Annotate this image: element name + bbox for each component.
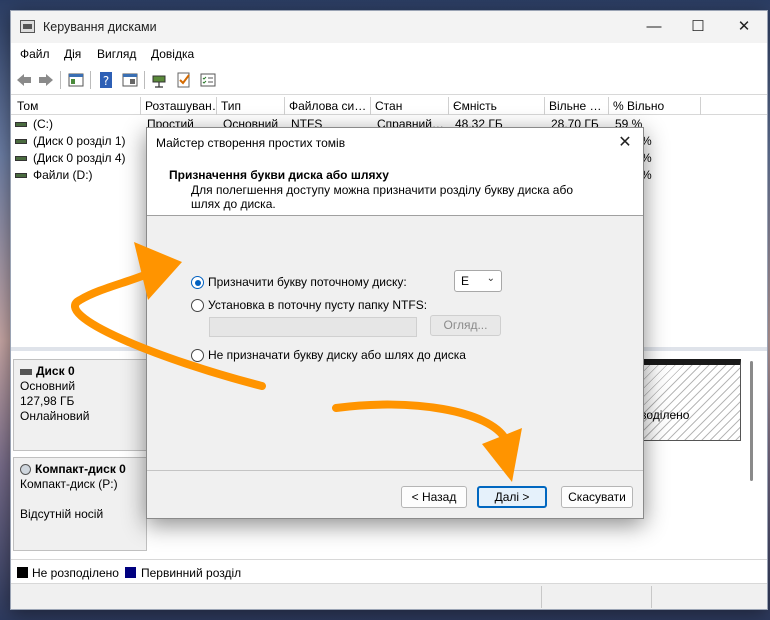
hard-disk-icon (20, 368, 32, 375)
svg-text:?: ? (103, 74, 109, 88)
title-bar: Керування дисками — ☐ ✕ (11, 11, 767, 43)
close-button[interactable]: ✕ (721, 11, 767, 43)
status-divider (651, 586, 652, 608)
column-capacity[interactable]: Ємність (449, 97, 545, 115)
legend-unallocated-swatch (17, 567, 28, 578)
dialog-title-bar: Майстер створення простих томів ✕ (147, 128, 643, 158)
column-status[interactable]: Стан (371, 97, 449, 115)
menu-view[interactable]: Вигляд (97, 47, 136, 61)
disk-kind: Компакт-диск (P:) (20, 477, 118, 491)
disk-management-icon (20, 20, 35, 33)
drive-icon (15, 122, 27, 128)
mount-folder-radio[interactable] (191, 299, 204, 312)
back-icon[interactable] (15, 71, 33, 89)
menu-file[interactable]: Файл (20, 47, 50, 61)
forward-icon[interactable] (37, 71, 55, 89)
show-hide-icon[interactable] (121, 71, 139, 89)
toolbar-separator (60, 71, 61, 89)
drive-icon (15, 156, 27, 162)
toolbar-separator (90, 71, 91, 89)
check-icon[interactable] (175, 71, 193, 89)
volume-name: Файли (D:) (33, 168, 93, 182)
disk-title: Диск 0 (36, 364, 75, 378)
drive-icon (15, 173, 27, 179)
disk-title: Компакт-диск 0 (35, 462, 126, 476)
volume-list-header: Том Розташуван… Тип Файлова си… Стан Ємн… (11, 97, 767, 115)
help-icon[interactable]: ? (97, 71, 115, 89)
disk-status: Відсутній носій (20, 507, 104, 521)
next-button[interactable]: Далі > (477, 486, 547, 508)
wizard-step-title: Призначення букви диска або шляху (169, 168, 389, 182)
table-row[interactable]: Файли (D:) (15, 168, 93, 185)
status-bar (11, 583, 767, 609)
dialog-close-icon[interactable]: ✕ (607, 128, 643, 158)
no-letter-label[interactable]: Не призначати букву диску або шлях до ди… (208, 348, 466, 362)
drive-letter-value: E (461, 274, 470, 288)
dialog-separator (147, 470, 643, 471)
disk-kind: Основний (20, 379, 76, 393)
menu-action[interactable]: Дія (64, 47, 81, 61)
volume-name: (Диск 0 розділ 4) (33, 151, 126, 165)
legend-primary-label: Первинний розділ (141, 566, 242, 580)
toolbar: ? (11, 65, 767, 95)
disk-status: Онлайновий (20, 409, 90, 423)
column-free[interactable]: Вільне … (545, 97, 609, 115)
dialog-title: Майстер створення простих томів (156, 136, 346, 150)
drive-icon (15, 139, 27, 145)
toolbar-separator (144, 71, 145, 89)
disk-0-label[interactable]: Диск 0 Основний 127,98 ГБ Онлайновий (13, 359, 147, 451)
menu-help[interactable]: Довідка (151, 47, 194, 61)
cd-drive-icon (20, 464, 31, 476)
volume-name: (Диск 0 розділ 1) (33, 134, 126, 148)
table-row[interactable]: (C:) (15, 117, 53, 134)
wizard-step-description: Для полегшення доступу можна призначити … (191, 183, 574, 211)
folder-path-input[interactable] (209, 317, 417, 337)
legend-primary-swatch (125, 567, 136, 578)
no-letter-radio[interactable] (191, 349, 204, 362)
browse-button[interactable]: Огляд... (430, 315, 501, 336)
minimize-button[interactable]: — (631, 11, 677, 43)
column-layout[interactable]: Розташуван… (141, 97, 217, 115)
volume-name: (C:) (33, 117, 53, 131)
back-button[interactable]: < Назад (401, 486, 467, 508)
unallocated-partition[interactable] (641, 359, 741, 441)
status-divider (541, 586, 542, 608)
chevron-down-icon: ⌄ (486, 273, 495, 284)
cancel-button[interactable]: Скасувати (561, 486, 633, 508)
window-title: Керування дисками (43, 20, 157, 34)
menu-bar: Файл Дія Вигляд Довідка (11, 43, 767, 65)
vertical-scrollbar[interactable] (750, 361, 753, 481)
drive-letter-select[interactable]: E ⌄ (454, 270, 502, 292)
legend-unallocated-label: Не розподілено (32, 566, 119, 580)
cd-0-label[interactable]: Компакт-диск 0 Компакт-диск (P:) Відсутн… (13, 457, 147, 551)
assign-letter-radio[interactable] (191, 276, 204, 289)
column-type[interactable]: Тип (217, 97, 285, 115)
disk-size: 127,98 ГБ (20, 394, 75, 408)
connect-icon[interactable] (151, 71, 169, 89)
table-row[interactable]: (Диск 0 розділ 4) (15, 151, 126, 168)
column-percent-free[interactable]: % Вільно (609, 97, 701, 115)
dialog-header: Призначення букви диска або шляху Для по… (147, 158, 643, 216)
mount-folder-label[interactable]: Установка в поточну пусту папку NTFS: (208, 298, 427, 312)
maximize-button[interactable]: ☐ (675, 11, 721, 43)
legend: Не розподілено Первинний розділ (11, 559, 767, 583)
column-filesystem[interactable]: Файлова си… (285, 97, 371, 115)
properties-icon[interactable] (67, 71, 85, 89)
new-simple-volume-wizard: Майстер створення простих томів ✕ Призна… (146, 127, 644, 519)
table-row[interactable]: (Диск 0 розділ 1) (15, 134, 126, 151)
column-volume[interactable]: Том (11, 97, 141, 115)
partition-label: зоділено (641, 408, 690, 422)
assign-letter-label[interactable]: Призначити букву поточному диску: (208, 275, 407, 289)
list-icon[interactable] (199, 71, 217, 89)
disk-size (20, 492, 140, 507)
